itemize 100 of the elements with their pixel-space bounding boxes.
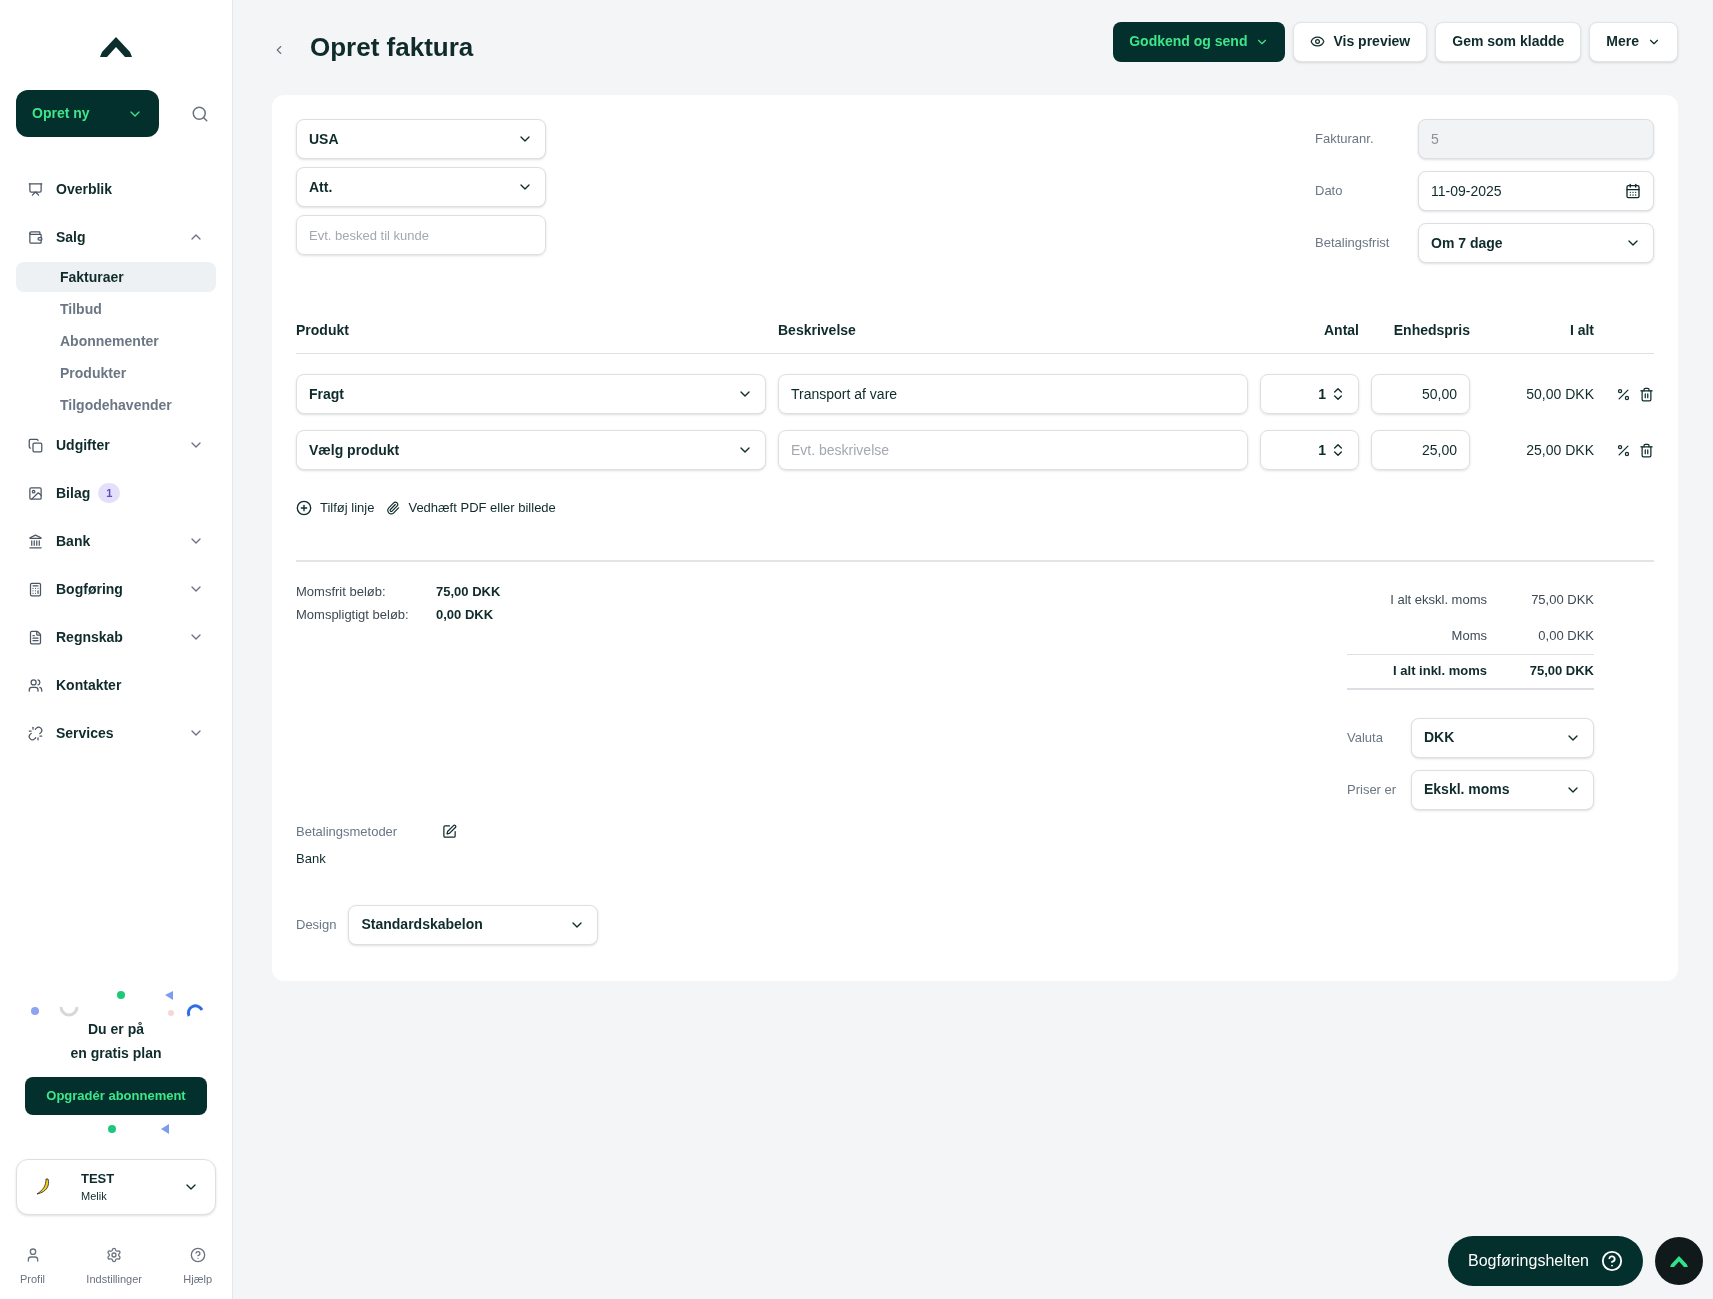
percent-icon[interactable] <box>1616 386 1631 402</box>
nav-item[interactable]: Services <box>16 709 216 757</box>
logo-icon <box>98 36 134 58</box>
unit-price-input[interactable]: 25,00 <box>1371 430 1470 470</box>
field-label: Betalingsfrist <box>1315 234 1391 253</box>
column-header: Enhedspris <box>1392 321 1470 340</box>
page-title: Opret faktura <box>310 31 474 64</box>
document-icon <box>28 629 43 645</box>
trash-icon[interactable] <box>1639 386 1654 402</box>
nav-subitem[interactable]: Fakturaer <box>16 262 216 292</box>
quantity-stepper[interactable]: 1 <box>1260 430 1359 470</box>
create-new-button[interactable]: Opret ny <box>16 90 159 137</box>
calculator-icon <box>28 581 43 597</box>
search-icon[interactable] <box>191 104 209 123</box>
column-header: Beskrivelse <box>778 321 857 340</box>
upgrade-button[interactable]: Opgradér abonnement <box>25 1076 207 1115</box>
footer-link[interactable]: Hjælp <box>183 1246 212 1287</box>
product-select[interactable]: Vælg produkt <box>296 430 766 470</box>
invoice-number-field: 5 <box>1418 119 1654 159</box>
column-header: Antal <box>1323 321 1359 340</box>
design-select[interactable]: Standardskabelon <box>348 904 599 945</box>
percent-icon[interactable] <box>1616 442 1631 458</box>
vat-value: 75,00 DKK <box>436 582 501 601</box>
add-line-link[interactable]: Tilføj linje <box>296 498 375 518</box>
attention-select[interactable]: Att. <box>296 167 546 207</box>
column-header: Produkt <box>296 321 350 340</box>
field-label: Design <box>296 915 337 934</box>
footer-link[interactable]: Profil <box>20 1246 46 1287</box>
description-input[interactable]: Transport af vare <box>778 374 1248 414</box>
total-value: 0,00 DKK <box>1537 626 1594 645</box>
field-label: Fakturanr. <box>1315 130 1375 149</box>
trash-icon[interactable] <box>1639 442 1654 458</box>
logo-icon <box>1669 1254 1689 1268</box>
price-mode-select[interactable]: Ekskl. moms <box>1411 769 1594 810</box>
vat-value: 0,00 DKK <box>436 606 494 624</box>
account-name: TEST <box>81 1169 115 1188</box>
approve-send-button[interactable]: Godkend og send <box>1113 21 1286 62</box>
documents-icon <box>28 437 43 453</box>
unit-price-input[interactable]: 50,00 <box>1371 374 1470 414</box>
customer-select[interactable]: USA <box>296 119 546 159</box>
nav-item[interactable]: Regnskab <box>16 613 216 661</box>
product-select[interactable]: Fragt <box>296 374 766 414</box>
image-icon <box>28 485 43 501</box>
calendar-icon <box>1625 183 1641 199</box>
nav-item[interactable]: Bank <box>16 517 216 565</box>
column-header: I alt <box>1568 321 1594 340</box>
plan-text: en gratis plan <box>70 1043 162 1063</box>
field-label: Priser er <box>1347 780 1397 799</box>
field-label: Dato <box>1315 182 1344 201</box>
nav-item[interactable]: Bogføring <box>16 565 216 613</box>
nav-item[interactable]: Bilag 1 <box>16 469 216 517</box>
footer-link[interactable]: Indstillinger <box>86 1246 142 1287</box>
nav-subitem[interactable]: Produkter <box>16 358 216 388</box>
vat-label: Momsfrit beløb: <box>296 582 387 601</box>
quantity-stepper[interactable]: 1 <box>1260 374 1359 414</box>
bank-icon <box>28 533 43 549</box>
wallet-icon <box>28 229 43 245</box>
preview-button[interactable]: Vis preview <box>1293 21 1428 62</box>
nav-item[interactable]: Udgifter <box>16 421 216 469</box>
payment-terms-select[interactable]: Om 7 dage <box>1418 223 1654 263</box>
nav-item[interactable]: Salg <box>16 213 216 261</box>
attach-file-link[interactable]: Vedhæft PDF eller billede <box>386 498 556 518</box>
nav-item[interactable]: Overblik <box>16 165 216 213</box>
payment-methods-label: Betalingsmetoder <box>296 822 398 841</box>
link-icon <box>28 725 43 741</box>
save-draft-button[interactable]: Gem som kladde <box>1435 21 1582 62</box>
gear-icon <box>106 1246 123 1263</box>
eye-icon <box>1310 34 1326 49</box>
payment-method: Bank <box>296 850 327 868</box>
logo-button[interactable] <box>1655 1237 1703 1285</box>
account-card[interactable]: TEST Melik <box>16 1158 216 1215</box>
help-icon <box>189 1246 206 1263</box>
line-total: 50,00 DKK <box>1525 384 1594 404</box>
nav-subitem[interactable]: Abonnementer <box>16 326 216 356</box>
total-value: 75,00 DKK <box>1528 662 1594 681</box>
total-label: I alt inkl. moms <box>1392 662 1487 681</box>
total-label: I alt ekskl. moms <box>1389 590 1487 609</box>
count-badge: 1 <box>98 483 121 503</box>
more-button[interactable]: Mere <box>1589 21 1678 62</box>
line-total: 25,00 DKK <box>1525 440 1594 460</box>
description-input[interactable]: Evt. beskrivelse <box>778 430 1248 470</box>
paperclip-icon <box>386 500 401 515</box>
plus-circle-icon <box>296 499 312 516</box>
account-user: Melik <box>81 1189 108 1204</box>
total-value: 75,00 DKK <box>1530 590 1594 609</box>
nav-subitem[interactable]: Tilbud <box>16 294 216 324</box>
help-icon <box>1601 1250 1623 1272</box>
helper-button[interactable]: Bogføringshelten <box>1448 1236 1643 1286</box>
date-field[interactable]: 11-09-2025 <box>1418 171 1654 211</box>
plan-text: Du er på <box>88 1019 144 1039</box>
nav-subitem[interactable]: Tilgodehavender <box>16 390 216 420</box>
nav-item[interactable]: Kontakter <box>16 661 216 709</box>
presentation-icon <box>28 181 43 197</box>
currency-select[interactable]: DKK <box>1411 717 1594 758</box>
edit-icon[interactable] <box>442 823 458 839</box>
people-icon <box>28 677 43 693</box>
total-label: Moms <box>1450 626 1487 645</box>
vat-label: Momspligtigt beløb: <box>296 606 410 624</box>
message-input[interactable]: Evt. besked til kunde <box>296 215 546 255</box>
field-label: Valuta <box>1347 728 1383 747</box>
